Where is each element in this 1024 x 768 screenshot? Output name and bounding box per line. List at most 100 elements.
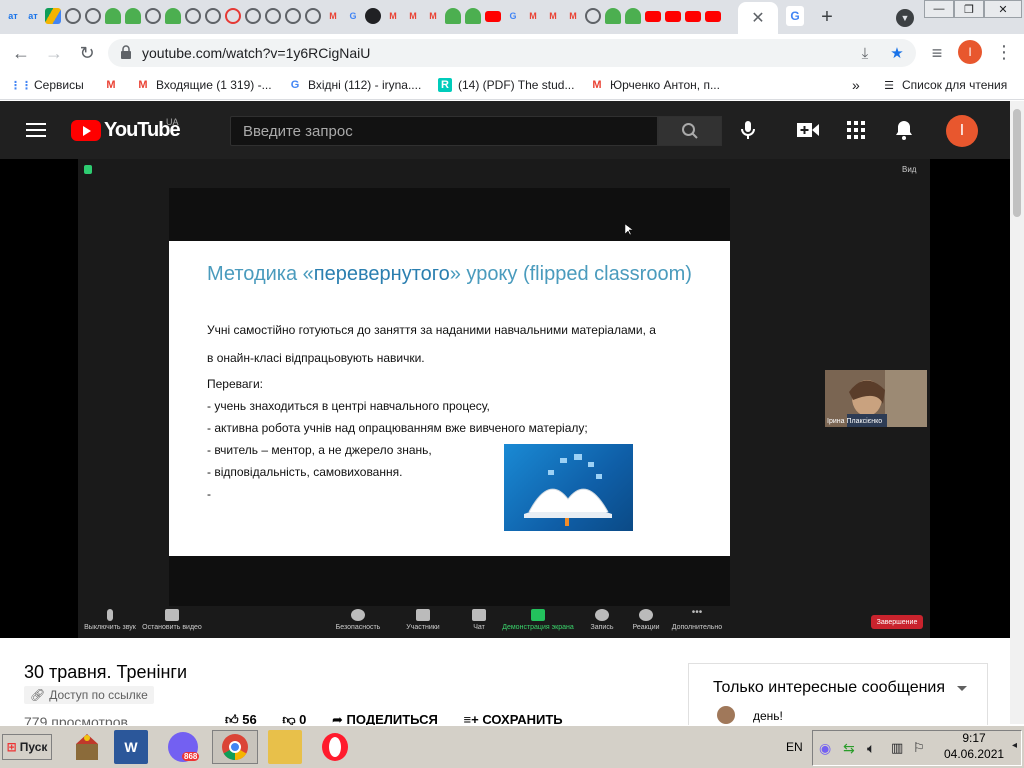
start-button[interactable]: ⊞ Пуск [2,734,52,760]
new-tab-button[interactable]: + [815,5,839,29]
browser-tab[interactable] [644,6,662,26]
minimize-button[interactable]: — [924,0,954,18]
browser-tab[interactable] [684,6,702,26]
address-bar[interactable]: youtube.com/watch?v=1y6RCigNaiU ⤓ ★ [108,39,916,67]
browser-tab[interactable]: G [504,6,522,26]
chat-filter-select[interactable]: Только интересные сообщения [713,679,945,697]
browser-tab[interactable]: M [544,6,562,26]
browser-tab[interactable] [364,6,382,26]
browser-tab[interactable]: ат [24,6,42,26]
browser-tab[interactable] [244,6,262,26]
stop-video-button[interactable]: Остановить видео [140,609,204,631]
close-window-button[interactable]: ✕ [984,0,1022,18]
browser-tab[interactable]: M [424,6,442,26]
url-text[interactable]: youtube.com/watch?v=1y6RCigNaiU [142,45,370,61]
bookmark-gmail[interactable]: M [104,76,124,94]
browser-tab[interactable] [284,6,302,26]
tab-google[interactable]: G [786,6,804,26]
browser-tab[interactable]: M [384,6,402,26]
maximize-button[interactable]: ❐ [954,0,984,18]
mic-icon[interactable] [736,118,760,142]
network-icon[interactable]: ▥ [891,740,903,756]
browser-tab[interactable] [124,6,142,26]
lock-icon[interactable] [120,45,132,59]
create-video-icon[interactable] [796,118,820,142]
browser-tab[interactable] [224,6,242,26]
chrome-taskbar-button[interactable] [212,730,258,764]
participants-button[interactable]: Участники [398,609,448,631]
browser-tab[interactable] [584,6,602,26]
browser-tab[interactable] [264,6,282,26]
sync-tray-icon[interactable]: ⇆ [843,740,855,757]
tab-search-icon[interactable]: ▼ [896,9,914,27]
show-desktop-icon[interactable]: ◂ [1012,740,1017,751]
account-avatar[interactable]: I [946,115,978,147]
bookmark-vhidni[interactable]: G Вхідні (112) - iryna.... [288,76,422,94]
language-indicator[interactable]: EN [786,740,803,754]
browser-tab[interactable] [704,6,722,26]
browser-tab[interactable] [604,6,622,26]
share-screen-button[interactable]: Демонстрация экрана [502,609,574,631]
close-tab-icon[interactable]: ✕ [751,8,764,28]
browser-tab[interactable] [84,6,102,26]
browser-tab[interactable] [184,6,202,26]
notifications-bell-icon[interactable] [892,118,916,142]
word-icon[interactable]: W [114,730,148,764]
bookmark-researchgate[interactable]: R (14) (PDF) The stud... [438,76,574,94]
bookmark-star-icon[interactable]: ★ [888,44,906,62]
bookmarks-overflow[interactable]: » [852,76,860,94]
search-button[interactable] [658,116,722,146]
chevron-down-icon[interactable] [957,686,967,691]
mute-button[interactable]: Выключить звук [82,609,138,631]
viber-icon[interactable]: 868 [168,732,200,762]
browser-tab[interactable]: M [404,6,422,26]
browser-tab[interactable]: M [324,6,342,26]
bookmark-yurchenko[interactable]: M Юрченко Антон, п... [590,76,720,94]
profile-avatar[interactable]: I [958,40,982,64]
search-input[interactable]: Введите запрос [230,116,658,146]
reload-icon[interactable]: ↻ [76,42,98,64]
apps-grid-icon[interactable] [844,118,868,142]
security-button[interactable]: Безопасность [330,609,386,631]
back-icon[interactable]: ← [10,42,32,64]
system-clock[interactable]: 9:17 04.06.2021 [944,730,1004,762]
video-player[interactable]: Вид Методика «перевернутого» уроку (flip… [0,159,1010,638]
browser-tab[interactable] [64,6,82,26]
browser-tab[interactable] [304,6,322,26]
active-tab[interactable]: ✕ [738,2,778,34]
browser-tab[interactable] [144,6,162,26]
browser-tab[interactable] [44,6,62,26]
file-explorer-icon[interactable] [268,730,302,764]
browser-menu-icon[interactable]: ⋮ [994,40,1014,64]
browser-tab[interactable] [624,6,642,26]
browser-tab[interactable] [484,6,502,26]
chat-button[interactable]: Чат [464,609,494,631]
volume-icon[interactable]: 🔈︎ [867,740,875,757]
bookmark-services[interactable]: ⋮⋮ Сервисы [10,76,84,94]
browser-tab[interactable]: M [524,6,542,26]
browser-tab[interactable] [204,6,222,26]
end-meeting-button[interactable]: Завершение [871,615,923,629]
record-button[interactable]: Запись [586,609,618,631]
browser-tab[interactable] [464,6,482,26]
reading-list[interactable]: ☰ Список для чтения [882,76,1007,94]
media-control-icon[interactable]: ≡ [926,42,948,64]
browser-tab[interactable] [104,6,122,26]
more-button[interactable]: ••• Дополнительно [670,608,724,632]
browser-tab[interactable]: M [564,6,582,26]
viber-tray-icon[interactable]: ◉ [819,740,831,757]
browser-tab[interactable]: G [344,6,362,26]
browser-tab[interactable] [664,6,682,26]
youtube-logo-icon[interactable] [71,120,101,141]
browser-tab[interactable]: ат [4,6,22,26]
opera-icon[interactable] [318,730,352,764]
hamburger-menu-icon[interactable] [26,123,46,137]
app-taskbar-icon[interactable] [70,730,104,764]
flag-icon[interactable]: ⚐ [913,740,925,756]
scrollbar-thumb[interactable] [1013,109,1021,217]
reactions-button[interactable]: Реакции [628,609,664,631]
install-icon[interactable]: ⤓ [856,44,874,62]
browser-tab[interactable] [444,6,462,26]
browser-tab[interactable] [164,6,182,26]
page-scrollbar[interactable] [1010,101,1024,724]
